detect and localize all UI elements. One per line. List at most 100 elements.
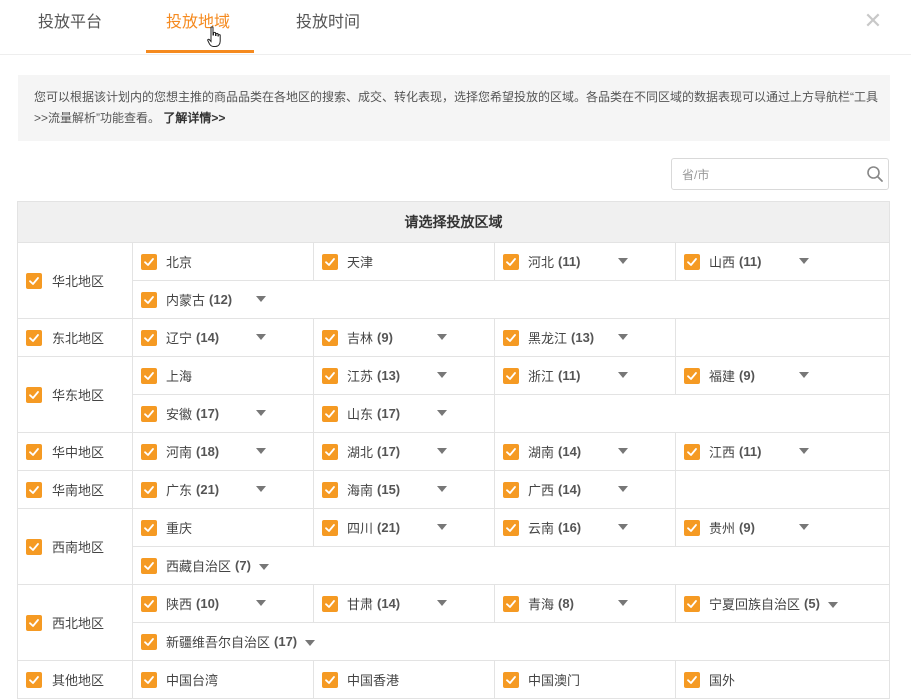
province-checkbox[interactable]: [503, 444, 519, 460]
province-item[interactable]: 广东(21): [133, 471, 314, 508]
region-checkbox[interactable]: [26, 330, 42, 346]
province-item[interactable]: 重庆: [133, 509, 314, 546]
province-checkbox[interactable]: [141, 520, 157, 536]
region-label[interactable]: 其他地区: [18, 661, 133, 698]
province-item[interactable]: 四川(21): [314, 509, 495, 546]
region-label[interactable]: 华南地区: [18, 471, 133, 508]
province-item[interactable]: 福建(9): [676, 357, 889, 394]
province-checkbox[interactable]: [322, 330, 338, 346]
chevron-down-icon[interactable]: [799, 258, 809, 264]
chevron-down-icon[interactable]: [256, 410, 266, 416]
province-item[interactable]: 河南(18): [133, 433, 314, 470]
province-checkbox[interactable]: [322, 520, 338, 536]
province-checkbox[interactable]: [141, 634, 157, 650]
province-checkbox[interactable]: [322, 368, 338, 384]
province-checkbox[interactable]: [503, 520, 519, 536]
province-item[interactable]: 山西(11): [676, 243, 889, 280]
province-item[interactable]: 湖北(17): [314, 433, 495, 470]
chevron-down-icon[interactable]: [618, 600, 628, 606]
province-item[interactable]: 江苏(13): [314, 357, 495, 394]
province-item[interactable]: 浙江(11): [495, 357, 676, 394]
province-checkbox[interactable]: [141, 558, 157, 574]
region-checkbox[interactable]: [26, 444, 42, 460]
chevron-down-icon[interactable]: [618, 258, 628, 264]
chevron-down-icon[interactable]: [437, 524, 447, 530]
province-checkbox[interactable]: [503, 596, 519, 612]
province-item[interactable]: 北京: [133, 243, 314, 280]
province-checkbox[interactable]: [322, 406, 338, 422]
close-icon[interactable]: ✕: [862, 10, 884, 32]
tab-time[interactable]: 投放时间: [296, 12, 360, 42]
province-item[interactable]: 云南(16): [495, 509, 676, 546]
province-item[interactable]: 辽宁(14): [133, 319, 314, 356]
province-checkbox[interactable]: [141, 368, 157, 384]
chevron-down-icon[interactable]: [618, 524, 628, 530]
province-item[interactable]: 黑龙江(13): [495, 319, 676, 356]
chevron-down-icon[interactable]: [618, 486, 628, 492]
province-item[interactable]: 安徽(17): [133, 395, 314, 432]
province-item[interactable]: 广西(14): [495, 471, 676, 508]
province-item[interactable]: 新疆维吾尔自治区(17): [133, 623, 325, 660]
province-checkbox[interactable]: [141, 482, 157, 498]
province-checkbox[interactable]: [322, 672, 338, 688]
chevron-down-icon[interactable]: [618, 334, 628, 340]
province-checkbox[interactable]: [141, 330, 157, 346]
province-checkbox[interactable]: [503, 482, 519, 498]
province-item[interactable]: 天津: [314, 243, 495, 280]
region-checkbox[interactable]: [26, 387, 42, 403]
region-label[interactable]: 华东地区: [18, 357, 133, 432]
chevron-down-icon[interactable]: [799, 448, 809, 454]
province-checkbox[interactable]: [684, 444, 700, 460]
province-item[interactable]: 宁夏回族自治区(5): [676, 585, 889, 622]
province-item[interactable]: 陕西(10): [133, 585, 314, 622]
province-checkbox[interactable]: [141, 254, 157, 270]
province-checkbox[interactable]: [684, 254, 700, 270]
province-item[interactable]: 内蒙古(12): [133, 281, 314, 318]
province-checkbox[interactable]: [322, 596, 338, 612]
province-item[interactable]: 国外: [676, 661, 889, 698]
province-item[interactable]: 上海: [133, 357, 314, 394]
province-checkbox[interactable]: [503, 672, 519, 688]
chevron-down-icon[interactable]: [305, 640, 315, 646]
learn-more-link[interactable]: 了解详情>>: [163, 111, 225, 125]
chevron-down-icon[interactable]: [259, 564, 269, 570]
province-checkbox[interactable]: [503, 254, 519, 270]
chevron-down-icon[interactable]: [437, 410, 447, 416]
province-item[interactable]: 中国澳门: [495, 661, 676, 698]
province-item[interactable]: 青海(8): [495, 585, 676, 622]
region-label[interactable]: 华中地区: [18, 433, 133, 470]
province-item[interactable]: 甘肃(14): [314, 585, 495, 622]
province-checkbox[interactable]: [141, 596, 157, 612]
chevron-down-icon[interactable]: [799, 524, 809, 530]
province-checkbox[interactable]: [684, 368, 700, 384]
province-item[interactable]: 江西(11): [676, 433, 889, 470]
chevron-down-icon[interactable]: [256, 448, 266, 454]
province-checkbox[interactable]: [684, 520, 700, 536]
chevron-down-icon[interactable]: [437, 334, 447, 340]
province-checkbox[interactable]: [141, 444, 157, 460]
search-icon[interactable]: [866, 165, 884, 183]
chevron-down-icon[interactable]: [437, 600, 447, 606]
province-item[interactable]: 中国台湾: [133, 661, 314, 698]
province-checkbox[interactable]: [684, 596, 700, 612]
chevron-down-icon[interactable]: [256, 486, 266, 492]
province-item[interactable]: 河北(11): [495, 243, 676, 280]
region-checkbox[interactable]: [26, 273, 42, 289]
province-item[interactable]: 山东(17): [314, 395, 495, 432]
province-checkbox[interactable]: [503, 368, 519, 384]
chevron-down-icon[interactable]: [256, 600, 266, 606]
region-label[interactable]: 东北地区: [18, 319, 133, 356]
region-checkbox[interactable]: [26, 672, 42, 688]
chevron-down-icon[interactable]: [256, 296, 266, 302]
province-checkbox[interactable]: [322, 482, 338, 498]
chevron-down-icon[interactable]: [437, 372, 447, 378]
province-item[interactable]: 吉林(9): [314, 319, 495, 356]
region-label[interactable]: 西南地区: [18, 509, 133, 584]
province-item[interactable]: 湖南(14): [495, 433, 676, 470]
province-checkbox[interactable]: [141, 406, 157, 422]
province-search-input[interactable]: [680, 163, 864, 187]
region-checkbox[interactable]: [26, 539, 42, 555]
province-checkbox[interactable]: [322, 254, 338, 270]
chevron-down-icon[interactable]: [828, 602, 838, 608]
province-checkbox[interactable]: [141, 672, 157, 688]
